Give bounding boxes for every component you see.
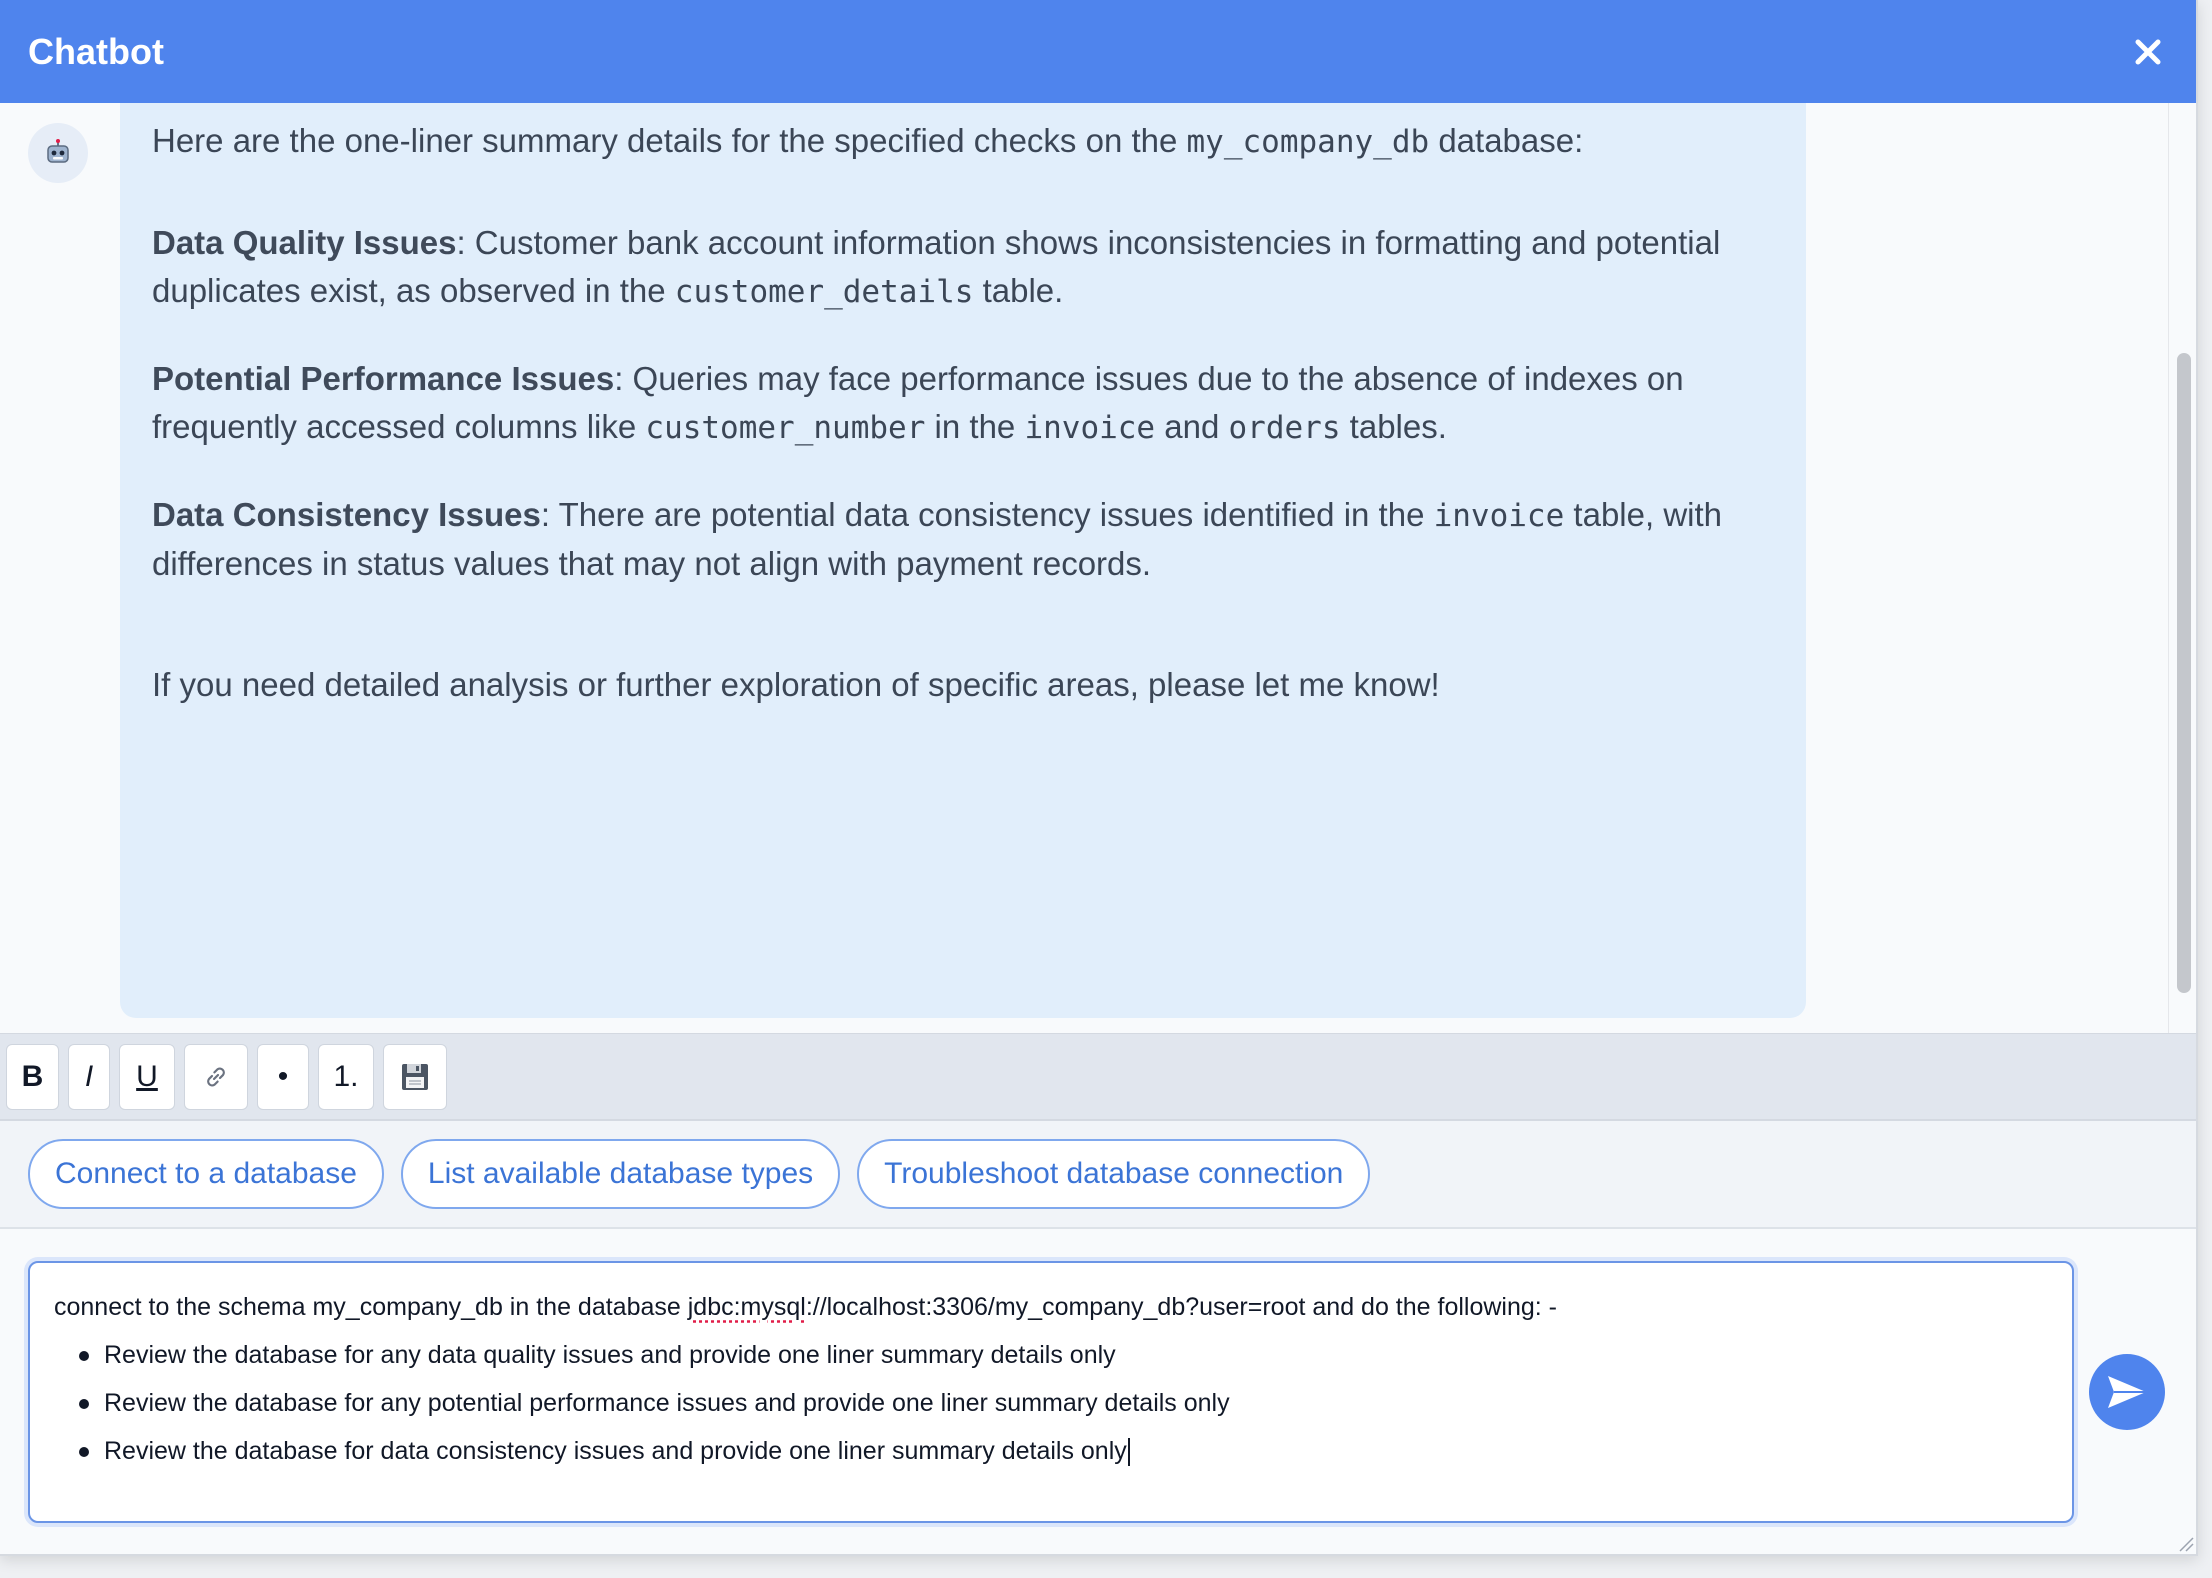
chatbot-window: Chatbot Here are the one-liner summary d… <box>0 0 2198 1556</box>
input-first-line: connect to the schema my_company_db in t… <box>54 1283 2048 1331</box>
code-customer-number: customer_number <box>645 410 926 446</box>
intro-text-end: database: <box>1429 122 1584 159</box>
quality-label: Data Quality Issues <box>152 224 457 261</box>
robot-icon <box>47 139 69 163</box>
code-orders: orders <box>1228 410 1341 446</box>
input-text-flagged: jdbc:mysql <box>687 1293 806 1321</box>
suggestion-chips: Connect to a database List available dat… <box>0 1121 2196 1229</box>
message-intro: Here are the one-liner summary details f… <box>152 117 1792 166</box>
intro-text: Here are the one-liner summary details f… <box>152 122 1187 159</box>
resize-grip-icon[interactable] <box>2178 1536 2194 1552</box>
suggestion-list-database-types[interactable]: List available database types <box>400 1139 841 1209</box>
underline-button[interactable]: U <box>119 1043 175 1110</box>
performance-text-mid-2: and <box>1155 408 1229 445</box>
consistency-label: Data Consistency Issues <box>152 496 541 533</box>
bot-message-bubble: Here are the one-liner summary details f… <box>120 103 1806 1018</box>
code-invoice-table: invoice <box>1433 498 1565 534</box>
performance-text-end: tables. <box>1340 408 1447 445</box>
message-closing: If you need detailed analysis or further… <box>152 666 1440 703</box>
quality-text-end: table. <box>973 272 1064 309</box>
input-text: connect to the schema my_company_db in t… <box>54 1293 688 1321</box>
save-button[interactable] <box>383 1043 447 1110</box>
composer-area: connect to the schema my_company_db in t… <box>0 1229 2196 1554</box>
italic-button[interactable]: I <box>68 1043 110 1110</box>
input-text-end: ://localhost:3306/my_company_db?user=roo… <box>805 1293 1557 1321</box>
code-customer-details: customer_details <box>674 274 974 310</box>
message-list[interactable]: Here are the one-liner summary details f… <box>0 103 2196 1033</box>
input-bullet-item: Review the database for data consistency… <box>79 1427 2048 1475</box>
message-input[interactable]: connect to the schema my_company_db in t… <box>28 1261 2074 1523</box>
format-toolbar: B I U • 1. <box>0 1033 2196 1121</box>
send-icon <box>2108 1376 2146 1408</box>
suggestion-troubleshoot-connection[interactable]: Troubleshoot database connection <box>857 1139 1371 1209</box>
link-icon <box>207 1067 225 1086</box>
chat-header: Chatbot <box>0 0 2196 103</box>
input-bullet-text: Review the database for data consistency… <box>104 1437 1127 1465</box>
send-button[interactable] <box>2089 1354 2165 1430</box>
performance-label: Potential Performance Issues <box>152 360 615 397</box>
code-invoice: invoice <box>1024 410 1156 446</box>
input-bullet-list: Review the database for any data quality… <box>79 1331 2048 1475</box>
input-bullet-item: Review the database for any data quality… <box>79 1331 2048 1379</box>
chat-title: Chatbot <box>28 30 164 72</box>
consistency-summary: Data Consistency Issues: There are poten… <box>152 491 1792 588</box>
link-button[interactable] <box>184 1043 248 1110</box>
scrollbar-thumb[interactable] <box>2177 353 2191 993</box>
quality-summary: Data Quality Issues: Customer bank accou… <box>152 219 1792 316</box>
close-button[interactable] <box>2126 30 2170 74</box>
consistency-text: : There are potential data consistency i… <box>540 496 1434 533</box>
message-scrollbar[interactable] <box>2168 103 2196 1033</box>
performance-text-mid-1: in the <box>925 408 1025 445</box>
performance-summary: Potential Performance Issues: Queries ma… <box>152 355 1792 452</box>
suggestion-connect-database[interactable]: Connect to a database <box>28 1139 384 1209</box>
bullet-list-button[interactable]: • <box>257 1043 309 1110</box>
floppy-disk-icon <box>402 1063 428 1090</box>
numbered-list-button[interactable]: 1. <box>318 1043 374 1110</box>
bot-avatar <box>28 123 88 183</box>
text-caret <box>1127 1438 1130 1467</box>
close-icon <box>2135 39 2161 64</box>
input-bullet-item: Review the database for any potential pe… <box>79 1379 2048 1427</box>
code-db-name: my_company_db <box>1186 124 1430 160</box>
bold-button[interactable]: B <box>6 1043 59 1110</box>
